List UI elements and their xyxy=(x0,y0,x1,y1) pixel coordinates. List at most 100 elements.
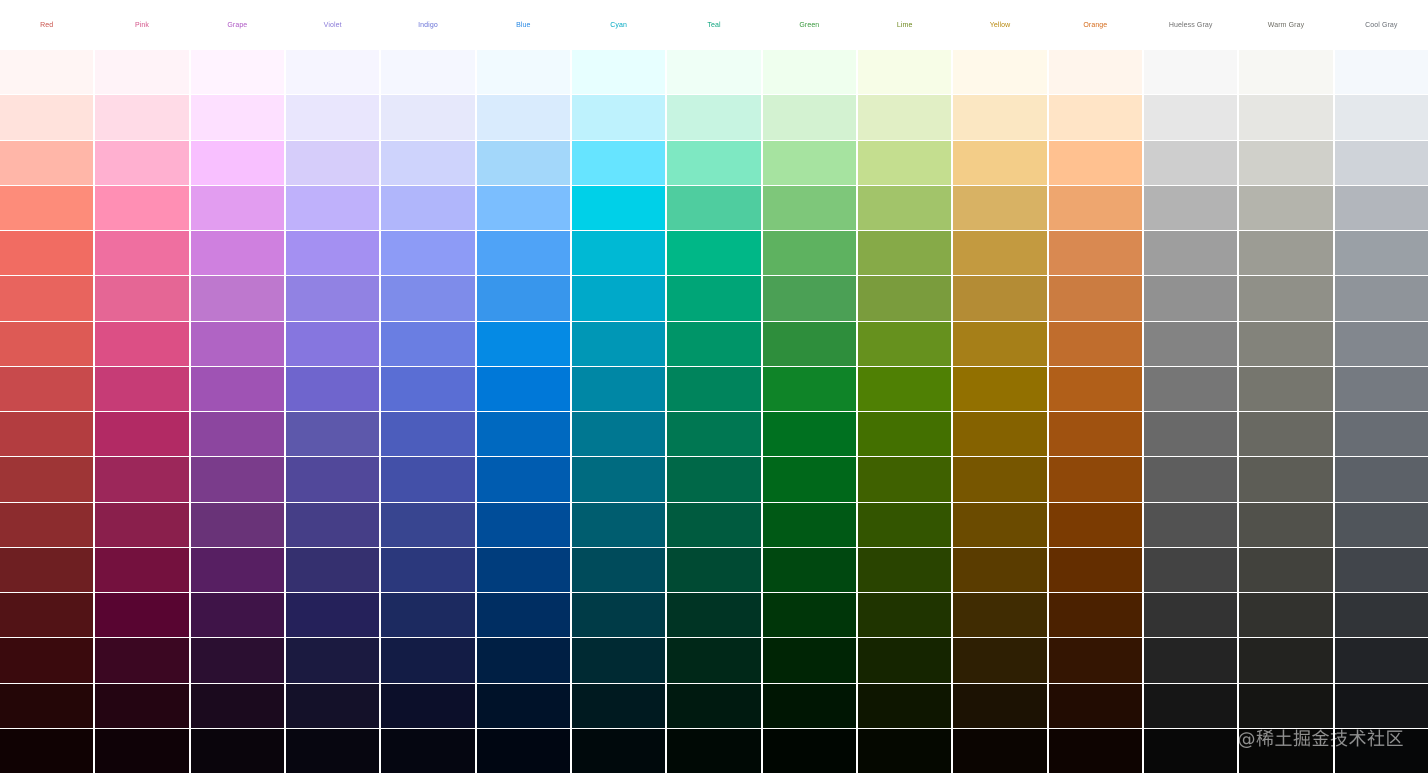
swatch-green-3 xyxy=(762,140,856,185)
swatch-indigo-3 xyxy=(381,140,475,185)
swatch-blue-2 xyxy=(476,95,570,140)
swatch-green-12 xyxy=(762,547,856,592)
swatch-grape-1 xyxy=(190,50,284,95)
swatch-hueless-gray-2 xyxy=(1144,95,1238,140)
swatch-warm-gray-9 xyxy=(1239,412,1333,457)
swatch-stack-green xyxy=(762,50,856,773)
hue-label-green: Green xyxy=(762,0,856,50)
swatch-grape-5 xyxy=(190,231,284,276)
swatch-green-8 xyxy=(762,366,856,411)
swatch-orange-11 xyxy=(1048,502,1142,547)
swatch-cyan-4 xyxy=(572,185,666,230)
swatch-warm-gray-10 xyxy=(1239,457,1333,502)
swatch-violet-10 xyxy=(286,457,380,502)
palette-column-teal: Teal xyxy=(667,0,761,773)
hue-label-blue: Blue xyxy=(476,0,570,50)
swatch-yellow-16 xyxy=(953,728,1047,773)
swatch-hueless-gray-12 xyxy=(1144,547,1238,592)
swatch-teal-13 xyxy=(667,593,761,638)
hue-label-indigo: Indigo xyxy=(381,0,475,50)
swatch-warm-gray-2 xyxy=(1239,95,1333,140)
swatch-stack-warm-gray xyxy=(1239,50,1333,773)
swatch-orange-13 xyxy=(1048,593,1142,638)
swatch-indigo-5 xyxy=(381,231,475,276)
swatch-indigo-6 xyxy=(381,276,475,321)
swatch-teal-5 xyxy=(667,231,761,276)
swatch-orange-10 xyxy=(1048,457,1142,502)
swatch-orange-4 xyxy=(1048,185,1142,230)
swatch-warm-gray-6 xyxy=(1239,276,1333,321)
palette-column-pink: Pink xyxy=(95,0,189,773)
swatch-red-10 xyxy=(0,457,94,502)
swatch-pink-14 xyxy=(95,638,189,683)
swatch-stack-red xyxy=(0,50,94,773)
palette-column-warm-gray: Warm Gray xyxy=(1239,0,1333,773)
swatch-hueless-gray-13 xyxy=(1144,593,1238,638)
swatch-cyan-6 xyxy=(572,276,666,321)
swatch-lime-3 xyxy=(858,140,952,185)
swatch-red-16 xyxy=(0,728,94,773)
swatch-green-11 xyxy=(762,502,856,547)
swatch-red-1 xyxy=(0,50,94,95)
swatch-cyan-9 xyxy=(572,412,666,457)
swatch-orange-6 xyxy=(1048,276,1142,321)
swatch-teal-1 xyxy=(667,50,761,95)
swatch-orange-8 xyxy=(1048,366,1142,411)
swatch-cyan-2 xyxy=(572,95,666,140)
swatch-red-7 xyxy=(0,321,94,366)
swatch-grape-11 xyxy=(190,502,284,547)
swatch-lime-8 xyxy=(858,366,952,411)
swatch-pink-16 xyxy=(95,728,189,773)
hue-label-pink: Pink xyxy=(95,0,189,50)
swatch-lime-10 xyxy=(858,457,952,502)
hue-label-cool-gray: Cool Gray xyxy=(1334,0,1428,50)
swatch-indigo-1 xyxy=(381,50,475,95)
palette-column-cyan: Cyan xyxy=(572,0,666,773)
swatch-red-13 xyxy=(0,593,94,638)
swatch-stack-teal xyxy=(667,50,761,773)
swatch-teal-14 xyxy=(667,638,761,683)
swatch-green-2 xyxy=(762,95,856,140)
swatch-violet-6 xyxy=(286,276,380,321)
hue-label-warm-gray: Warm Gray xyxy=(1239,0,1333,50)
swatch-grape-7 xyxy=(190,321,284,366)
swatch-grape-4 xyxy=(190,185,284,230)
hue-label-orange: Orange xyxy=(1048,0,1142,50)
swatch-stack-lime xyxy=(858,50,952,773)
swatch-warm-gray-8 xyxy=(1239,366,1333,411)
swatch-violet-9 xyxy=(286,412,380,457)
swatch-cyan-3 xyxy=(572,140,666,185)
swatch-indigo-10 xyxy=(381,457,475,502)
swatch-violet-5 xyxy=(286,231,380,276)
swatch-grape-2 xyxy=(190,95,284,140)
swatch-yellow-12 xyxy=(953,547,1047,592)
swatch-teal-8 xyxy=(667,366,761,411)
swatch-blue-12 xyxy=(476,547,570,592)
swatch-orange-15 xyxy=(1048,683,1142,728)
swatch-cool-gray-10 xyxy=(1334,457,1428,502)
swatch-cyan-12 xyxy=(572,547,666,592)
swatch-grape-8 xyxy=(190,366,284,411)
swatch-teal-6 xyxy=(667,276,761,321)
palette-column-orange: Orange xyxy=(1048,0,1142,773)
swatch-teal-12 xyxy=(667,547,761,592)
swatch-pink-6 xyxy=(95,276,189,321)
swatch-teal-7 xyxy=(667,321,761,366)
swatch-lime-15 xyxy=(858,683,952,728)
swatch-cool-gray-13 xyxy=(1334,593,1428,638)
palette-column-yellow: Yellow xyxy=(953,0,1047,773)
swatch-hueless-gray-6 xyxy=(1144,276,1238,321)
swatch-cool-gray-3 xyxy=(1334,140,1428,185)
swatch-orange-2 xyxy=(1048,95,1142,140)
swatch-indigo-15 xyxy=(381,683,475,728)
swatch-cyan-13 xyxy=(572,593,666,638)
swatch-yellow-10 xyxy=(953,457,1047,502)
swatch-cool-gray-11 xyxy=(1334,502,1428,547)
hue-label-cyan: Cyan xyxy=(572,0,666,50)
swatch-red-4 xyxy=(0,185,94,230)
swatch-stack-orange xyxy=(1048,50,1142,773)
swatch-red-2 xyxy=(0,95,94,140)
swatch-teal-9 xyxy=(667,412,761,457)
swatch-indigo-14 xyxy=(381,638,475,683)
swatch-stack-pink xyxy=(95,50,189,773)
